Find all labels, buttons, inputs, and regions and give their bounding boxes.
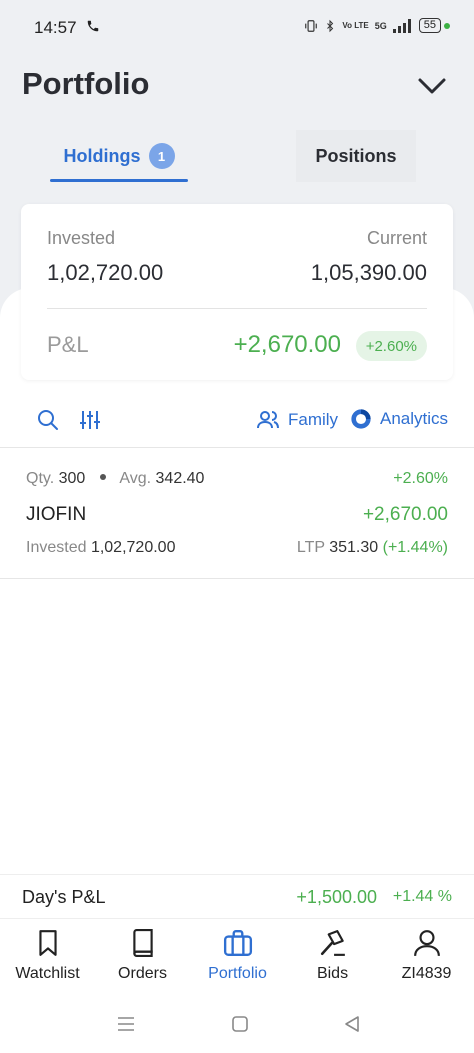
tab-positions[interactable]: Positions (296, 130, 416, 182)
phone-icon (87, 20, 99, 32)
tab-holdings[interactable]: Holdings 1 (50, 130, 188, 182)
signal-label: 5G (374, 20, 387, 31)
nav-profile[interactable]: ZI4839 (379, 929, 474, 983)
holding-percent: +2.60% (393, 470, 448, 487)
holding-pl: +2,670.00 (362, 504, 448, 525)
bookmark-icon (38, 930, 57, 956)
user-icon (413, 930, 440, 957)
days-pl-label: Day's P&L (22, 887, 106, 907)
family-icon (257, 411, 279, 429)
current-value: 1,05,390.00 (310, 260, 427, 285)
holdings-count-badge: 1 (148, 143, 175, 169)
avg-label: Avg. (119, 470, 152, 487)
book-icon (132, 929, 153, 957)
system-nav-bar (0, 998, 474, 1053)
ltp-label: LTP (296, 539, 325, 556)
holding-invested-value: 1,02,720.00 (90, 539, 176, 556)
notification-dot (444, 22, 450, 29)
invested-label: Invested (47, 228, 116, 248)
nav-portfolio-label: Portfolio (208, 965, 267, 982)
lte-label: Vo LTE (342, 21, 369, 30)
nav-profile-label: ZI4839 (401, 965, 452, 982)
avg-value: 342.40 (155, 470, 205, 487)
battery-indicator: 55 (418, 18, 450, 33)
holding-invested-label: Invested (26, 539, 87, 556)
back-icon[interactable] (343, 1015, 361, 1033)
days-pl-value: +1,500.00 (296, 887, 377, 907)
tab-holdings-label: Holdings (63, 145, 141, 166)
days-pl-bar: Day's P&L +1,500.00 +1.44 % (0, 874, 474, 918)
summary-card: Invested Current 1,02,720.00 1,05,390.00… (21, 204, 453, 380)
menu-icon[interactable] (117, 1016, 135, 1032)
holding-qty-avg: Qty. 300 Avg. 342.40 (26, 470, 204, 488)
nav-orders[interactable]: Orders (95, 929, 190, 983)
nav-orders-label: Orders (118, 965, 167, 982)
briefcase-icon (223, 930, 252, 956)
bottom-nav: Watchlist Orders Portfolio Bids ZI4839 (0, 918, 474, 998)
analytics-icon (351, 409, 371, 429)
divider (0, 578, 474, 579)
days-pl-percent: +1.44 % (392, 888, 452, 905)
analytics-label: Analytics (380, 409, 449, 428)
analytics-button[interactable]: Analytics (350, 408, 448, 430)
vibrate-icon (305, 19, 318, 32)
chevron-down-icon[interactable] (416, 74, 448, 98)
holding-name: JIOFIN (26, 504, 87, 525)
home-icon[interactable] (231, 1015, 249, 1033)
pl-percent-badge: +2.60% (355, 331, 427, 361)
nav-watchlist-label: Watchlist (15, 965, 80, 982)
current-label: Current (366, 228, 427, 248)
ltp-value: 351.30 (329, 539, 379, 556)
holding-invested: Invested 1,02,720.00 (26, 539, 175, 557)
separator-dot (99, 474, 106, 481)
active-tab-indicator (50, 179, 188, 182)
pl-label: P&L (47, 332, 89, 357)
qty-label: Qty. (26, 470, 55, 487)
search-icon[interactable] (36, 408, 60, 432)
bluetooth-icon (327, 19, 334, 32)
nav-bids[interactable]: Bids (285, 929, 380, 983)
family-button[interactable]: Family (256, 408, 338, 432)
tab-bar: Holdings 1 Positions (0, 130, 474, 184)
holding-row[interactable]: Qty. 300 Avg. 342.40 +2.60% JIOFIN +2,67… (0, 448, 474, 578)
ltp-change: (+1.44%) (382, 539, 448, 556)
signal-icon (392, 18, 411, 33)
nav-watchlist[interactable]: Watchlist (0, 929, 95, 983)
pl-value: +2,670.00 (233, 331, 341, 358)
nav-bids-label: Bids (316, 965, 349, 982)
family-label: Family (288, 410, 339, 429)
nav-portfolio[interactable]: Portfolio (190, 929, 285, 983)
status-time: 14:57 (34, 18, 77, 37)
status-icons: Vo LTE 5G 55 (304, 18, 450, 33)
battery-level: 55 (418, 18, 441, 33)
invested-value: 1,02,720.00 (47, 260, 164, 285)
gavel-icon (320, 930, 345, 956)
divider (47, 308, 427, 309)
holding-ltp: LTP 351.30 (+1.44%) (297, 539, 448, 557)
filter-icon[interactable] (78, 408, 102, 432)
holdings-toolbar: Family Analytics (0, 398, 474, 446)
qty-value: 300 (58, 470, 86, 487)
status-bar: 14:57 Vo LTE 5G 55 (0, 0, 474, 56)
page-title: Portfolio (22, 66, 150, 101)
